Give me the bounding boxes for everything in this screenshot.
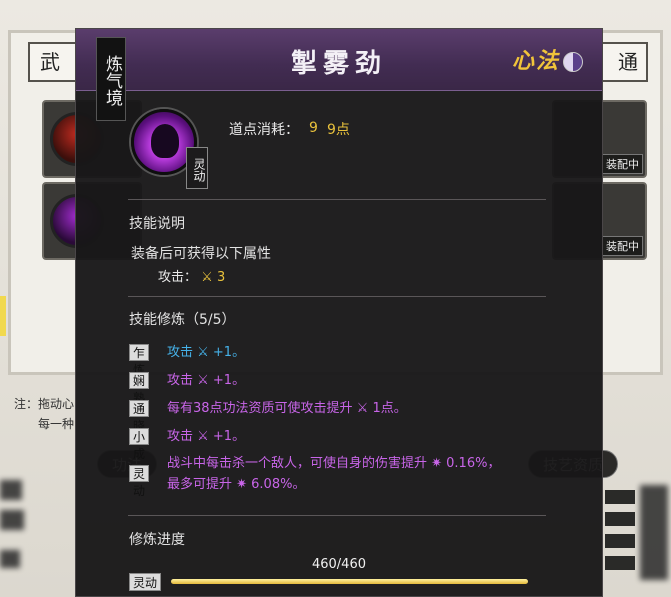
tab-martial[interactable]: 武 [40, 44, 60, 80]
equipped-badge: 装配中 [602, 236, 643, 256]
progress-title: 修炼进度 [129, 532, 185, 548]
stat-bar [605, 534, 635, 548]
flame-icon [151, 124, 179, 158]
attribute-label: 攻击： [158, 270, 198, 285]
tier-effect: 攻击 ⚔ +1。 [167, 373, 246, 388]
tier-badge: 娴熟 [129, 372, 150, 405]
progress-tier-badge: 灵动 [129, 573, 162, 591]
attribute-value: 3 [216, 270, 226, 285]
tier-badge: 乍炼 [129, 344, 150, 377]
cultivation-title: 技能修炼（5/5） [129, 312, 236, 328]
tier-effect: 战斗中每击杀一个敌人，可使自身的伤害提升 ✷ 0.16%， [167, 456, 501, 471]
tier-badge: 小成 [129, 428, 150, 461]
attribute-line: 攻击： ⚔ 3 [158, 266, 225, 285]
skill-category: 心法 [511, 48, 560, 74]
tier-badge: 通晓 [129, 400, 150, 433]
highlight-marker [0, 296, 6, 336]
hint-note: 注：拖动心 每一种 [14, 397, 75, 431]
tier-badge: 灵动 [129, 465, 150, 498]
stat-bar [605, 556, 635, 570]
blurred-region [0, 550, 20, 568]
tier-effect: 攻击 ⚔ +1。 [167, 345, 246, 360]
tooltip-header: 掣雾劲 心法 [76, 29, 602, 91]
progress-track [171, 579, 528, 584]
tier-effect: 攻击 ⚔ +1。 [167, 429, 246, 444]
tier-effect: 每有38点功法资质可使攻击提升 ⚔ 1点。 [167, 401, 407, 416]
blurred-region [0, 480, 22, 500]
description-title: 技能说明 [129, 216, 185, 232]
stat-bar [605, 512, 635, 526]
blurred-region [640, 485, 668, 580]
orb-type-badge: 灵动 [186, 147, 208, 189]
tab-tong[interactable]: 通 [618, 44, 638, 80]
divider [128, 515, 546, 516]
divider [128, 199, 546, 200]
progress-value: 460/460 [311, 557, 366, 572]
blurred-region [0, 510, 24, 530]
yinyang-icon [563, 52, 583, 72]
divider [128, 296, 546, 297]
cost-value: 9点 [327, 122, 350, 138]
realm-tag: 炼气境 [96, 37, 126, 121]
dao-point-icon: 9 [309, 120, 318, 136]
skill-tooltip: 掣雾劲 心法 炼气境 灵动 道点消耗： 9 9点 技能说明 装备后可获得以下属性… [75, 28, 603, 597]
sword-icon: ⚔ [201, 270, 213, 285]
equipped-badge: 装配中 [602, 154, 643, 174]
tier-effect-cont: 最多可提升 ✷ 6.08%。 [167, 477, 306, 492]
stat-bar [605, 490, 635, 504]
description-subtitle: 装备后可获得以下属性 [131, 246, 271, 262]
cost-label: 道点消耗： [229, 122, 299, 138]
progress-fill [171, 579, 528, 584]
